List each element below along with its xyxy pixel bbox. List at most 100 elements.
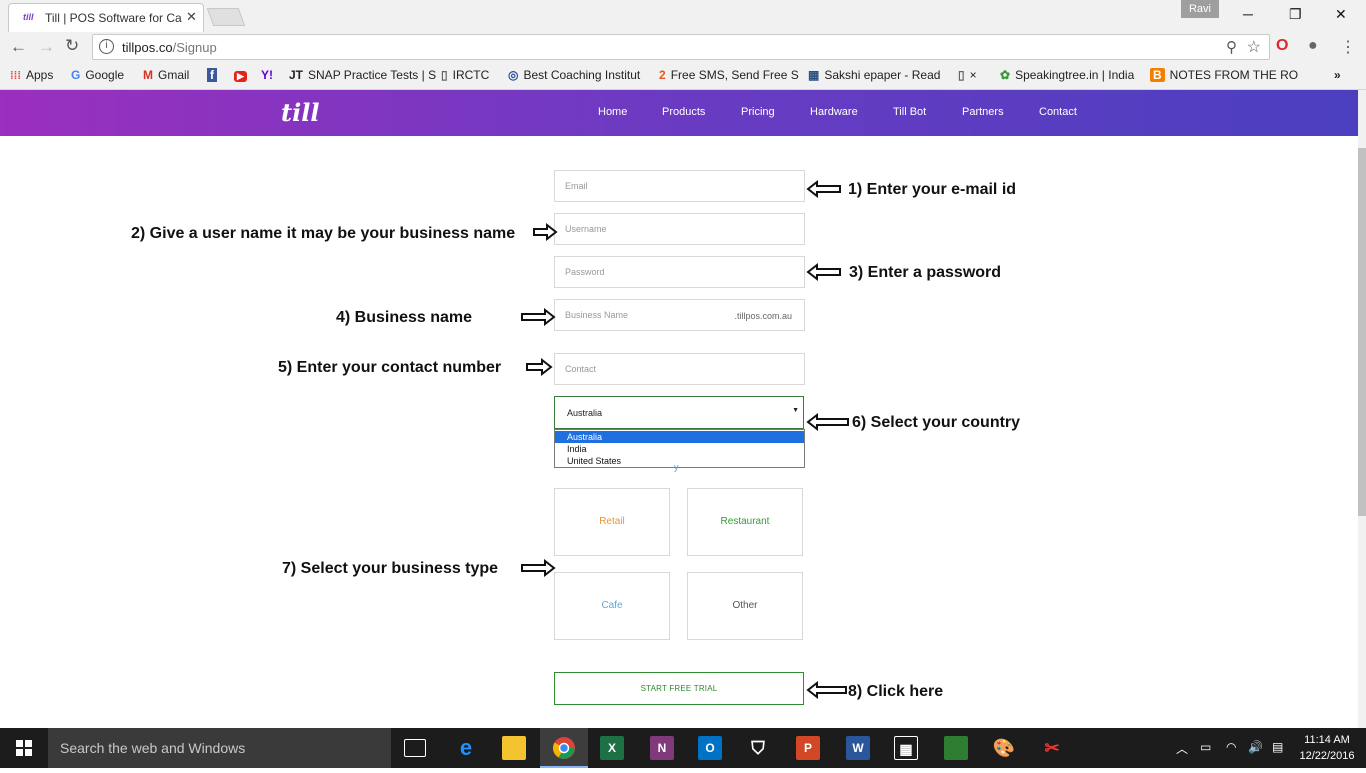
country-select[interactable]: Australia ▼ [554,396,804,429]
excel-icon[interactable]: X [600,736,624,760]
start-free-trial-button[interactable]: START FREE TRIAL [554,672,804,705]
gmail-icon: M [143,68,153,82]
browser-tab[interactable]: till Till | POS Software for Ca ✕ [8,3,204,32]
bookmark-sms[interactable]: 2 Free SMS, Send Free S [659,68,799,82]
bookmark-google[interactable]: G Google [71,68,124,82]
jt-icon: JT [289,68,304,82]
annotation-country: 6) Select your country [852,414,1021,431]
country-dropdown[interactable]: Australia India United States [554,429,805,468]
password-field[interactable] [554,256,805,288]
word-icon[interactable]: W [846,736,870,760]
nav-pricing[interactable]: Pricing [741,106,775,118]
contact-field[interactable] [554,353,805,385]
nav-contact[interactable]: Contact [1039,106,1077,118]
taskbar-clock[interactable]: 11:14 AM 12/22/2016 [1296,732,1358,764]
url-text[interactable]: tillpos.co/Signup [122,40,217,55]
till-logo[interactable]: till [281,98,319,127]
bookmark-star-icon[interactable]: ☆ [1247,37,1261,57]
zoom-icon[interactable]: ⚲ [1226,38,1237,56]
email-field[interactable] [554,170,805,202]
start-button[interactable] [0,728,48,768]
nav-hardware[interactable]: Hardware [810,106,858,118]
wifi-icon[interactable]: ◠ [1226,740,1236,754]
bookmark-notes[interactable]: B NOTES FROM THE RO [1150,68,1298,82]
address-bar[interactable]: i tillpos.co/Signup ⚲ ☆ [92,34,1270,60]
bookmark-yahoo[interactable]: Y! [261,68,278,82]
bookmark-speakingtree[interactable]: ✿ Speakingtree.in | India [1000,68,1134,82]
bookmark-x[interactable]: ▯ × [958,68,977,82]
bookmark-irctc[interactable]: ▯ IRCTC [441,68,489,82]
business-name-field[interactable]: .tillpos.com.au [554,299,805,331]
restore-icon[interactable]: ❐ [1289,6,1302,23]
bookmark-label: Speakingtree.in | India [1015,68,1135,82]
calculator-icon[interactable]: ▦ [894,736,918,760]
nav-home[interactable]: Home [598,106,627,118]
menu-icon[interactable]: ⋮ [1340,37,1356,57]
opera-icon[interactable]: O [1276,37,1288,55]
annotation-click-here: 8) Click here [848,683,944,700]
annotation-business-type: 7) Select your business type [282,560,499,577]
business-type-restaurant[interactable]: Restaurant [687,488,803,556]
business-type-cafe[interactable]: Cafe [554,572,670,640]
forward-icon[interactable]: → [38,37,55,57]
nav-partners[interactable]: Partners [962,106,1004,118]
clock-time: 11:14 AM [1304,734,1350,746]
onenote-icon[interactable]: N [650,736,674,760]
page-icon: ▯ [958,68,965,82]
chrome-icon[interactable] [552,736,576,760]
bookmark-sakshi[interactable]: ▦ Sakshi epaper - Read [808,68,940,82]
bookmark-coaching[interactable]: ◎ Best Coaching Institut [508,68,640,82]
scrollbar-thumb[interactable] [1358,148,1366,516]
minimize-icon[interactable]: ─ [1243,6,1253,22]
country-option-united-states[interactable]: United States [555,455,804,467]
bookmark-facebook[interactable]: f [207,68,222,82]
task-view-icon[interactable] [404,739,426,757]
windows-taskbar: Search the web and Windows e X N O ⛉ P W… [0,728,1366,768]
info-icon[interactable]: i [99,39,114,54]
powerpoint-icon[interactable]: P [796,736,820,760]
reload-icon[interactable]: ↻ [65,36,79,56]
tray-chevron-up-icon[interactable]: ︿ [1176,740,1188,757]
nav-till-bot[interactable]: Till Bot [893,106,926,118]
username-field[interactable] [554,213,805,245]
url-host: tillpos.co [122,40,173,55]
taskbar-search[interactable]: Search the web and Windows [48,728,391,768]
annotation-email: 1) Enter your e-mail id [848,181,1017,198]
country-option-australia[interactable]: Australia [555,431,804,443]
nav-products[interactable]: Products [662,106,705,118]
password-input[interactable] [555,257,804,287]
app-icon[interactable] [944,736,968,760]
bookmark-snap[interactable]: JT SNAP Practice Tests | S [289,68,436,82]
arrow-left-icon [806,263,841,281]
bookmark-youtube[interactable]: ▶ [234,68,252,82]
battery-icon[interactable]: ▭ [1200,740,1211,754]
business-type-retail[interactable]: Retail [554,488,670,556]
volume-icon[interactable]: 🔊 [1248,740,1263,754]
back-icon[interactable]: ← [10,37,27,57]
outlook-icon[interactable]: O [698,736,722,760]
page-icon: ▯ [441,68,448,82]
bookmark-label: Sakshi epaper - Read [824,68,941,82]
window-close-icon[interactable]: ✕ [1335,6,1347,23]
bookmarks-overflow-icon[interactable]: » [1334,68,1341,82]
username-input[interactable] [555,214,804,244]
new-tab-button[interactable] [206,8,246,26]
profile-badge[interactable]: Ravi [1181,0,1219,18]
extension-icon[interactable]: ● [1308,37,1318,55]
annotation-business-name: 4) Business name [336,309,473,326]
country-option-india[interactable]: India [555,443,804,455]
snipping-icon[interactable]: ✂ [1040,736,1064,760]
contact-input[interactable] [555,354,804,384]
store-icon[interactable]: ⛉ [746,736,770,760]
email-input[interactable] [555,171,804,201]
arrow-left-icon [806,180,841,198]
file-explorer-icon[interactable] [502,736,526,760]
notifications-icon[interactable]: ▤ [1272,740,1283,754]
bookmark-apps[interactable]: ⁞⁞⁞ Apps [10,68,53,82]
bookmark-gmail[interactable]: M Gmail [143,68,189,82]
paint-icon[interactable]: 🎨 [992,736,1016,760]
tab-close-icon[interactable]: ✕ [186,9,197,25]
globe-icon: ◎ [508,68,519,82]
edge-icon[interactable]: e [454,736,478,760]
business-type-other[interactable]: Other [687,572,803,640]
